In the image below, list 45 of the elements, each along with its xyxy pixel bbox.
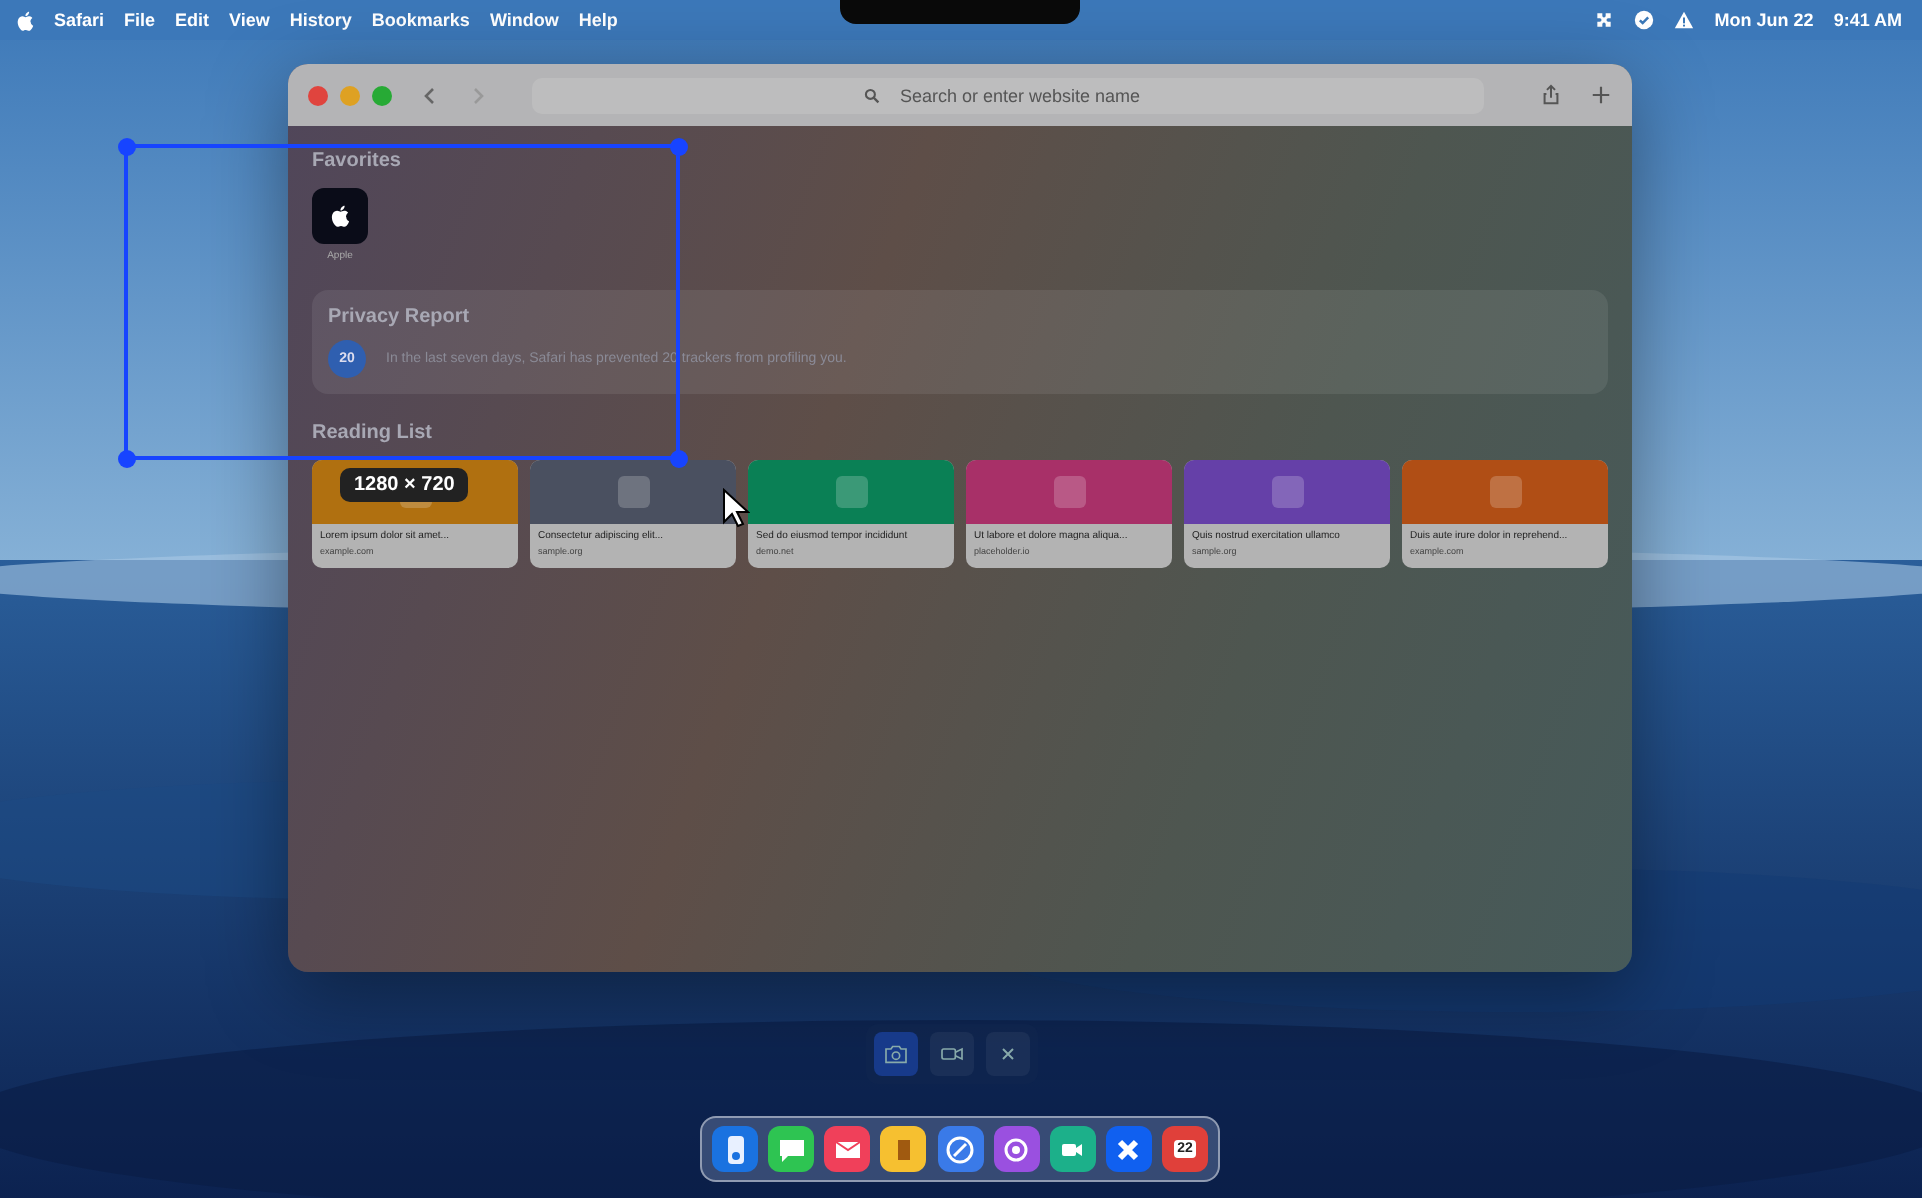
placeholder-icon <box>617 476 649 508</box>
notes-app-icon[interactable] <box>880 1126 927 1172</box>
size-tooltip: 1280 × 720 <box>340 468 469 502</box>
card-title: Privacy Report <box>328 306 472 328</box>
close-button[interactable] <box>986 1032 1030 1076</box>
menu-item[interactable]: Window <box>489 10 559 30</box>
video-icon <box>940 1044 964 1064</box>
menu-item[interactable]: File <box>124 10 156 30</box>
record-button[interactable] <box>930 1032 974 1076</box>
search-icon <box>864 87 880 103</box>
screenshot-button[interactable] <box>874 1032 918 1076</box>
placeholder-icon <box>1271 476 1303 508</box>
new-tab-icon[interactable] <box>1590 84 1612 106</box>
date-text[interactable]: Mon Jun 22 <box>1714 10 1814 30</box>
menu-item[interactable]: History <box>289 10 352 30</box>
finder-app-icon[interactable] <box>712 1126 758 1172</box>
mail-app-icon[interactable] <box>824 1126 871 1172</box>
section-title: Reading List <box>312 422 433 444</box>
share-icon[interactable] <box>1540 84 1562 106</box>
puzzle-icon[interactable] <box>1594 10 1615 30</box>
time-text[interactable]: 9:41 AM <box>1833 10 1902 30</box>
menu-item[interactable]: View <box>229 10 270 30</box>
messages-app-icon[interactable] <box>768 1126 815 1172</box>
favorite-tile[interactable] <box>312 188 368 244</box>
menu-item[interactable]: Safari <box>54 10 105 30</box>
apple-icon <box>330 204 350 228</box>
appstore-app-icon[interactable] <box>1105 1126 1152 1172</box>
back-icon[interactable] <box>420 85 440 105</box>
address-field[interactable]: Search or enter website name <box>532 77 1484 113</box>
warning-icon[interactable] <box>1674 10 1695 30</box>
podcasts-app-icon[interactable] <box>993 1126 1040 1172</box>
menu-item[interactable]: Bookmarks <box>371 10 470 30</box>
placeholder-icon <box>1053 476 1085 508</box>
checkmark-icon[interactable] <box>1634 10 1655 30</box>
camera-icon <box>884 1044 908 1064</box>
apple-icon[interactable] <box>16 9 34 31</box>
placeholder-icon <box>835 476 867 508</box>
cursor-icon <box>722 488 750 528</box>
safari-app-icon[interactable] <box>937 1126 983 1172</box>
section-title: Favorites <box>312 150 401 172</box>
placeholder-icon <box>1489 476 1521 508</box>
close-icon <box>996 1044 1020 1064</box>
menu-item[interactable]: Help <box>578 10 618 30</box>
menu-item[interactable]: Edit <box>175 10 210 30</box>
facetime-app-icon[interactable] <box>1049 1126 1096 1172</box>
